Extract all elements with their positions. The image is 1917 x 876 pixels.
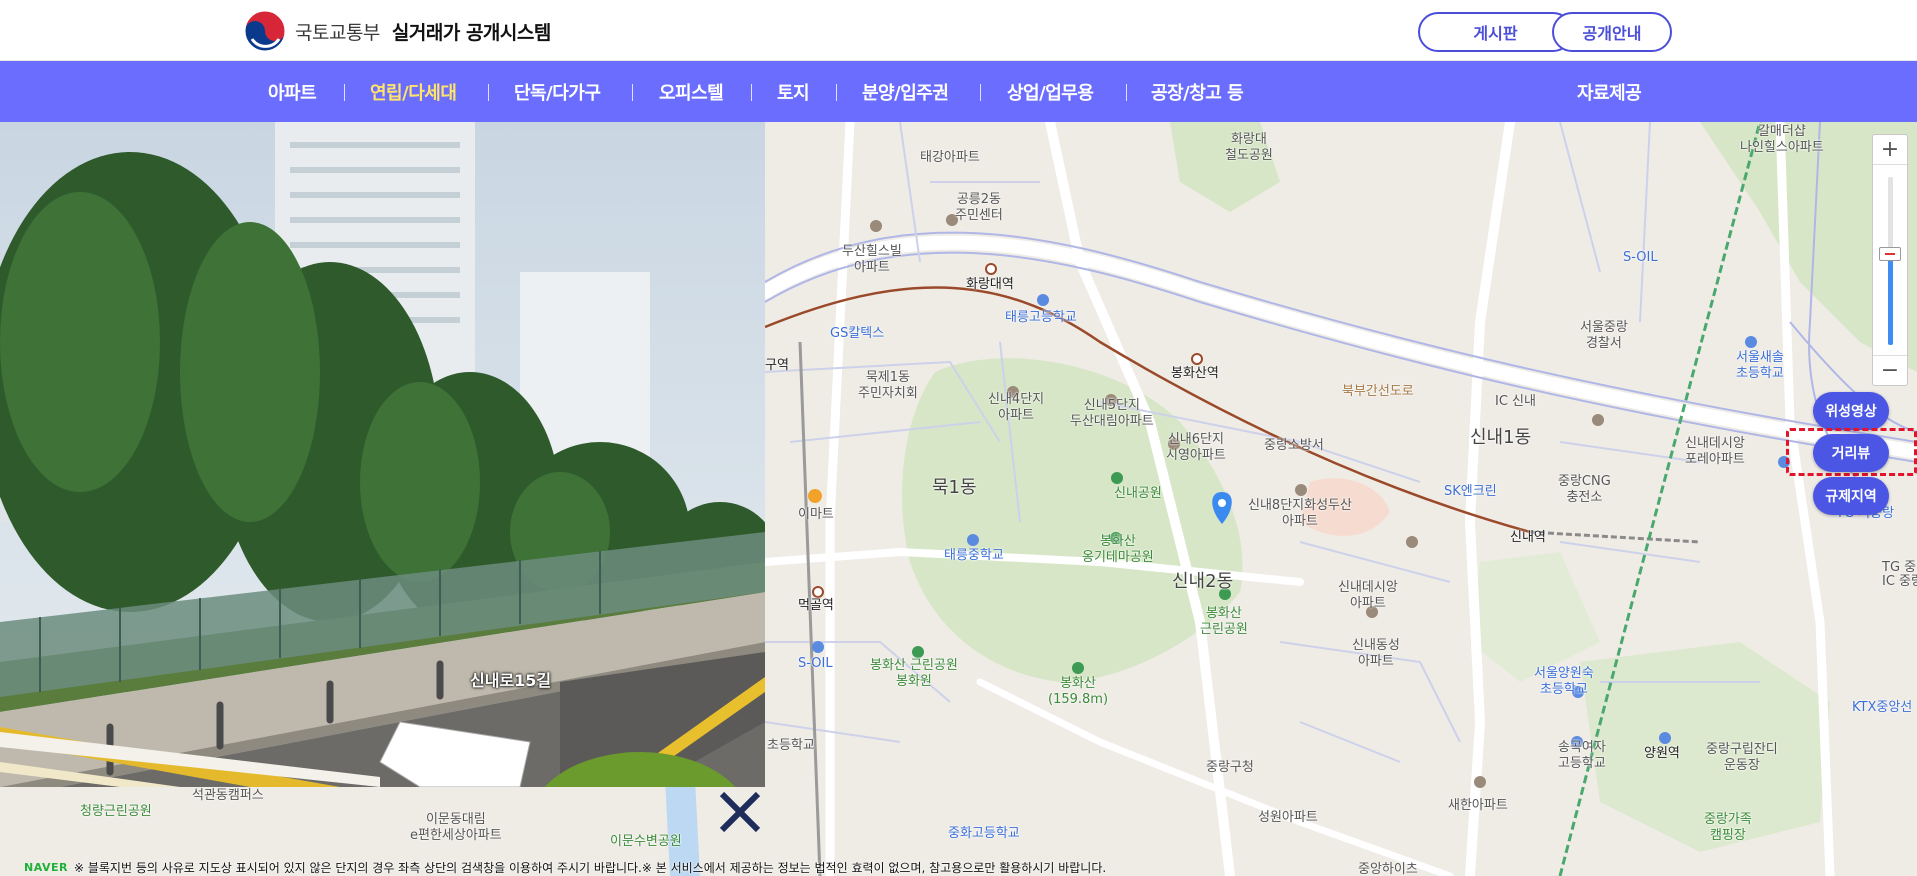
ministry-name: 국토교통부 bbox=[295, 21, 380, 44]
nav-divider bbox=[632, 84, 633, 101]
map-label: 이문수변공원 bbox=[610, 834, 682, 849]
map-label: 봉화산 옹기테마공원 bbox=[1082, 534, 1154, 565]
map-label-district: 신내1동 bbox=[1470, 427, 1532, 448]
regulation-zone-button[interactable]: 규제지역 bbox=[1813, 477, 1889, 515]
map-label: 두산힐스빌 아파트 bbox=[842, 244, 902, 275]
naver-logo: NAVER bbox=[24, 860, 68, 874]
map-label: 봉화산 근린공원 bbox=[1200, 606, 1248, 637]
map-label: 중랑소방서 bbox=[1264, 438, 1324, 453]
map-label: 공릉2동 주민센터 bbox=[955, 192, 1003, 223]
map-notice: NAVER ※ 블록지번 등의 사유로 지도상 표시되어 있지 않은 단지의 경… bbox=[0, 858, 1917, 876]
nav-divider bbox=[836, 84, 837, 101]
map-label: 화랑대 철도공원 bbox=[1225, 132, 1273, 163]
map-label-station: 먹골역 bbox=[798, 598, 834, 613]
map-label: 신내데시앙 포레아파트 bbox=[1685, 436, 1745, 467]
nav-divider bbox=[1126, 84, 1127, 101]
map-label: 송곡여자 고등학교 bbox=[1558, 740, 1606, 771]
map-label: 신내동성 아파트 bbox=[1352, 638, 1400, 669]
map-label: 서울새솔 초등학교 bbox=[1736, 350, 1784, 381]
nav-divider bbox=[344, 84, 345, 101]
main-nav: 아파트 연립/다세대 단독/다가구 오피스텔 토지 분양/입주권 상업/업무용 … bbox=[0, 61, 1917, 122]
map-label-station: 구역 bbox=[765, 358, 789, 373]
zoom-slider-fill bbox=[1888, 255, 1893, 345]
map-label: 봉화산 (159.8m) bbox=[1048, 676, 1109, 707]
map-label: KTX중앙선 bbox=[1852, 700, 1913, 715]
notice-text: ※ 블록지번 등의 사유로 지도상 표시되어 있지 않은 단지의 경우 좌측 상… bbox=[73, 860, 1107, 875]
map-label: GS칼텍스 bbox=[830, 326, 885, 341]
map-label: 갈매더샵 나인힐스아파트 bbox=[1740, 124, 1824, 155]
map-label-station: 양원역 bbox=[1644, 746, 1680, 761]
map-label-station: 봉화산역 bbox=[1171, 366, 1219, 381]
map-label-road: 북부간선도로 bbox=[1342, 384, 1414, 399]
map-label: 새한아파트 bbox=[1448, 798, 1508, 813]
map-label: 태릉고등학교 bbox=[1005, 310, 1077, 325]
map-view[interactable]: 화랑대 철도공원 태강아파트 갈매더샵 나인힐스아파트 공릉2동 주민센터 두산힐스빌… bbox=[0, 122, 1917, 876]
map-label: 태릉중학교 bbox=[944, 548, 1004, 563]
header: 국토교통부 실거래가 공개시스템 게시판 공개안내 bbox=[0, 0, 1917, 61]
map-label: 신내4단지 아파트 bbox=[988, 392, 1045, 423]
map-label: 이마트 bbox=[798, 507, 834, 522]
map-label: S-OIL bbox=[798, 656, 833, 671]
street-view-panel[interactable]: 신내로15길 bbox=[0, 122, 765, 787]
map-label: 묵제1동 주민자치회 bbox=[858, 370, 918, 401]
map-label: 신내6단지 시영아파트 bbox=[1166, 432, 1226, 463]
public-info-button[interactable]: 공개안내 bbox=[1552, 12, 1672, 52]
satellite-view-button[interactable]: 위성영상 bbox=[1813, 392, 1889, 430]
nav-divider bbox=[751, 84, 752, 101]
map-label-district: 신내2동 bbox=[1172, 571, 1234, 592]
nav-item-detached[interactable]: 단독/다가구 bbox=[514, 61, 601, 122]
map-label: 중화고등학교 bbox=[948, 826, 1020, 841]
zoom-in-button[interactable]: + bbox=[1873, 135, 1907, 165]
map-label: 성원아파트 bbox=[1258, 810, 1318, 825]
map-label: 봉화산 근린공원 봉화원 bbox=[870, 658, 958, 689]
street-view-button[interactable]: 거리뷰 bbox=[1813, 434, 1889, 472]
map-label: 청량근린공원 bbox=[80, 804, 152, 819]
system-name: 실거래가 공개시스템 bbox=[391, 21, 551, 44]
map-label: IC 신내 bbox=[1495, 394, 1536, 409]
close-street-view-button[interactable] bbox=[715, 787, 765, 837]
map-label: IC 중랑 bbox=[1882, 574, 1917, 589]
map-label: 서울중랑 경찰서 bbox=[1580, 320, 1628, 351]
nav-divider bbox=[488, 84, 489, 101]
map-label: 이문동대림 e편한세상아파트 bbox=[410, 812, 502, 843]
map-label: 신내5단지 두산대림아파트 bbox=[1070, 398, 1154, 429]
street-name-label: 신내로15길 bbox=[470, 671, 552, 690]
nav-item-factory[interactable]: 공장/창고 등 bbox=[1151, 61, 1244, 122]
map-label: 석관동캠퍼스 bbox=[192, 788, 264, 803]
map-label: 중랑구청 bbox=[1206, 760, 1254, 775]
map-label-station: 화랑대역 bbox=[966, 277, 1014, 292]
map-label: 신내공원 bbox=[1114, 486, 1162, 501]
map-label: SK엔크린 bbox=[1444, 484, 1497, 499]
map-label: 신내데시앙 아파트 bbox=[1338, 580, 1398, 611]
nav-item-villa[interactable]: 연립/다세대 bbox=[370, 61, 457, 122]
taegeuk-emblem-icon bbox=[244, 10, 286, 52]
map-label-district: 묵1동 bbox=[932, 477, 977, 498]
map-label: 태강아파트 bbox=[920, 150, 980, 165]
map-label: 신내8단지화성두산 아파트 bbox=[1248, 498, 1352, 529]
map-label: 중랑CNG 충전소 bbox=[1558, 474, 1611, 505]
close-icon bbox=[719, 791, 761, 833]
nav-item-data-provision[interactable]: 자료제공 bbox=[1577, 61, 1642, 122]
map-label-station: 신내역 bbox=[1510, 530, 1546, 545]
nav-item-land[interactable]: 토지 bbox=[777, 61, 810, 122]
zoom-control: + − bbox=[1872, 134, 1908, 386]
street-view-image[interactable] bbox=[0, 122, 765, 787]
nav-item-apartment[interactable]: 아파트 bbox=[268, 61, 317, 122]
map-label: 중랑구립잔디 운동장 bbox=[1706, 742, 1778, 773]
map-label: 중랑가족 캠핑장 bbox=[1704, 812, 1752, 843]
nav-item-commercial[interactable]: 상업/업무용 bbox=[1007, 61, 1094, 122]
map-label: 서울양원숙 초등학교 bbox=[1534, 666, 1594, 697]
site-logo[interactable]: 국토교통부 실거래가 공개시스템 bbox=[243, 9, 551, 53]
nav-item-presale[interactable]: 분양/입주권 bbox=[862, 61, 949, 122]
nav-item-officetel[interactable]: 오피스텔 bbox=[659, 61, 724, 122]
board-button[interactable]: 게시판 bbox=[1418, 12, 1573, 52]
nav-divider bbox=[980, 84, 981, 101]
zoom-out-button[interactable]: − bbox=[1873, 355, 1907, 385]
map-label: S-OIL bbox=[1623, 250, 1658, 265]
map-label: 초등학교 bbox=[767, 738, 815, 753]
zoom-slider-handle[interactable] bbox=[1879, 247, 1901, 261]
